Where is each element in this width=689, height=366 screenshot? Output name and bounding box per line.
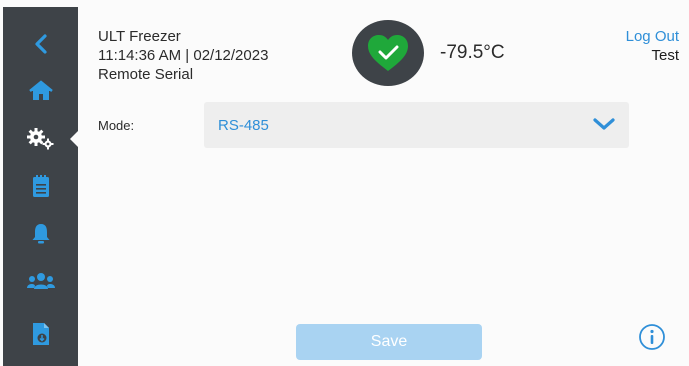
status-indicator — [352, 20, 424, 86]
active-indicator — [70, 130, 79, 148]
save-button[interactable]: Save — [296, 324, 482, 360]
mode-label: Mode: — [98, 118, 135, 133]
mode-dropdown[interactable]: RS-485 — [204, 102, 629, 148]
sidebar — [3, 7, 79, 366]
sidebar-item-users[interactable] — [3, 261, 78, 301]
home-icon — [28, 80, 53, 100]
screen: ULT Freezer 11:14:36 AM | 02/12/2023 Rem… — [0, 0, 689, 366]
temperature-readout: -79.5°C — [440, 42, 505, 63]
sidebar-item-home[interactable] — [3, 71, 78, 111]
device-title: ULT Freezer — [98, 28, 181, 45]
logout-link[interactable]: Log Out — [626, 28, 679, 45]
page-title: Remote Serial — [98, 66, 194, 83]
clipboard-icon — [32, 175, 49, 197]
sidebar-item-log[interactable] — [3, 166, 78, 206]
sidebar-item-settings[interactable] — [3, 119, 79, 159]
bell-icon — [32, 224, 49, 244]
heart-check-icon — [368, 35, 408, 71]
users-icon — [26, 273, 55, 289]
file-download-icon — [32, 323, 49, 345]
settings-gears-icon — [26, 128, 53, 150]
user-name: Test — [651, 47, 679, 64]
sidebar-item-alarms[interactable] — [3, 213, 78, 253]
back-chevron-icon — [34, 34, 47, 54]
chevron-down-icon — [593, 118, 615, 130]
mode-selected-value: RS-485 — [218, 117, 269, 134]
datetime-display: 11:14:36 AM | 02/12/2023 — [98, 47, 269, 64]
info-icon[interactable] — [638, 323, 666, 351]
sidebar-item-export[interactable] — [3, 314, 78, 354]
back-button[interactable] — [3, 24, 78, 64]
